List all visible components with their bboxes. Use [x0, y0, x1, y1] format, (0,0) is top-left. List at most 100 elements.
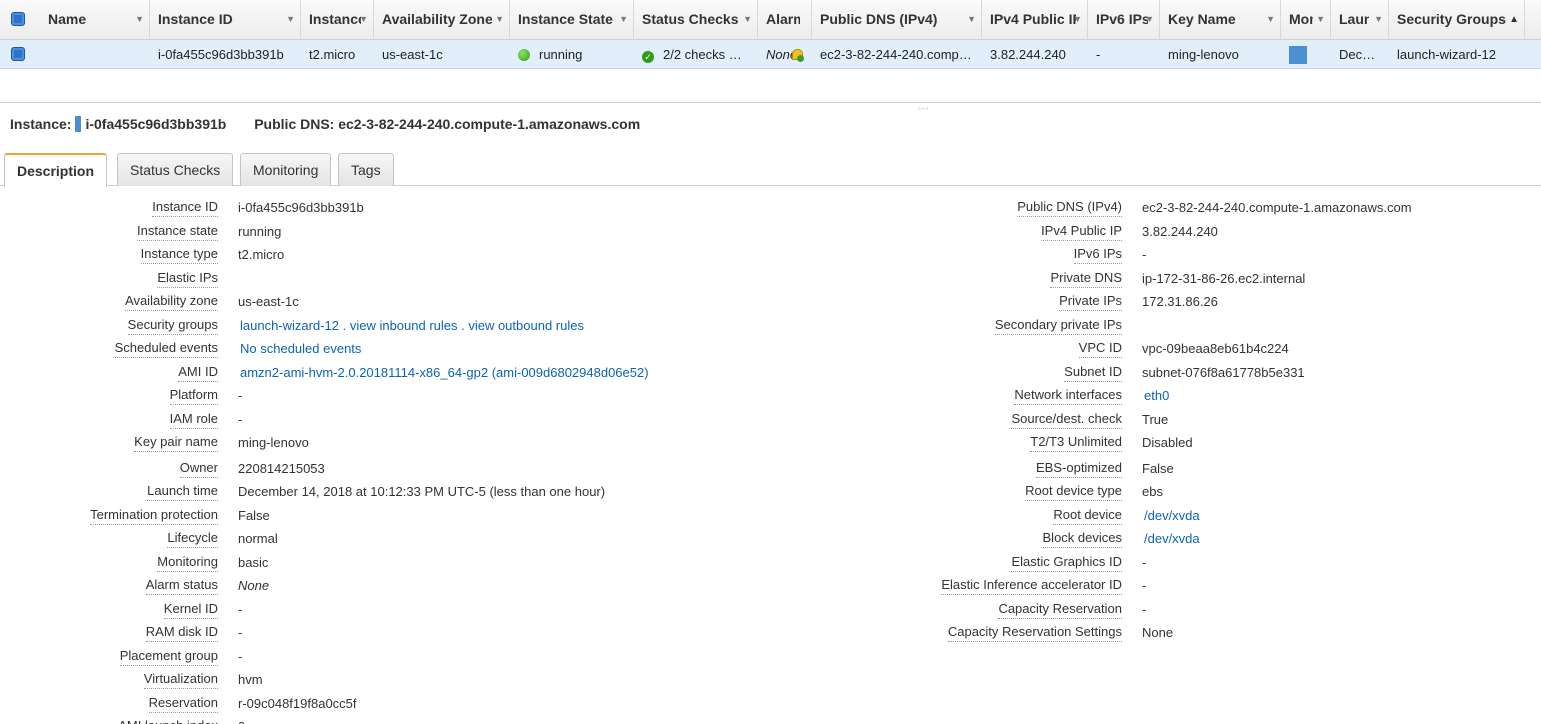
chevron-down-icon[interactable]: ▼ — [1145, 0, 1154, 39]
running-status-icon — [518, 49, 530, 61]
cell-instance-type: t2.micro — [309, 47, 356, 62]
column-header-monitoring[interactable]: Monitoring▼ — [1281, 0, 1331, 40]
row-checkbox[interactable] — [11, 47, 25, 61]
column-label: Security Groups — [1397, 11, 1506, 27]
column-header-security-groups[interactable]: Security Groups ▲ — [1389, 0, 1525, 40]
detail-field: Root device type ebs — [0, 480, 1541, 503]
detail-field: Subnet ID subnet-076f8a61778b5e331 — [0, 361, 1541, 384]
column-header-name[interactable]: Name ▼ — [40, 0, 150, 40]
detail-value-link[interactable]: eth0 — [1144, 384, 1169, 407]
chevron-down-icon[interactable]: ▼ — [967, 0, 976, 39]
column-header-key-name[interactable]: Key Name ▼ — [1160, 0, 1281, 40]
monitoring-graph-icon[interactable] — [1289, 45, 1307, 64]
detail-field: Elastic Graphics ID - — [0, 551, 1541, 574]
instances-table: Name ▼ Instance ID ▼ Instance Type▼ Availa… — [0, 0, 1541, 69]
cell-instance-id: i-0fa455c96d3bb391b — [158, 47, 284, 62]
table-empty-area — [0, 69, 1541, 103]
detail-field: Private DNS ip-172-31-86-26.ec2.internal — [0, 267, 1541, 290]
column-header-ipv4-public-ip[interactable]: IPv4 Public IP ▼ — [982, 0, 1088, 40]
public-dns-label: Public DNS: — [254, 116, 335, 132]
detail-value: - — [1142, 555, 1147, 570]
cell-monitoring — [1281, 40, 1331, 69]
tab-status-checks[interactable]: Status Checks — [117, 153, 234, 186]
chevron-down-icon[interactable]: ▼ — [1374, 0, 1383, 39]
detail-field: EBS-optimized False — [0, 457, 1541, 480]
detail-field: Reservation r-09c048f19f8a0cc5f — [0, 692, 1541, 715]
create-alarm-icon[interactable] — [791, 49, 805, 62]
cell-ipv4-public-ip: 3.82.244.240 — [990, 47, 1066, 62]
instance-state-text: running — [539, 47, 583, 62]
detail-value-link[interactable]: /dev/xvda — [1144, 527, 1200, 550]
select-all-checkbox[interactable] — [11, 12, 25, 26]
column-header-instance-state[interactable]: Instance State ▼ — [510, 0, 634, 40]
table-header: Name ▼ Instance ID ▼ Instance Type▼ Availa… — [0, 0, 1541, 40]
column-header-availability-zone[interactable]: Availability Zone ▼ — [374, 0, 510, 40]
column-label: Availability Zone — [382, 11, 492, 27]
detail-value: 3.82.244.240 — [1142, 224, 1218, 239]
chevron-down-icon[interactable]: ▼ — [286, 0, 295, 39]
detail-value-link[interactable]: /dev/xvda — [1144, 504, 1200, 527]
security-group-link[interactable]: launch-wizard-12 — [1389, 40, 1525, 69]
chevron-down-icon[interactable]: ▼ — [619, 0, 628, 39]
cell-name — [40, 40, 150, 69]
chevron-down-icon[interactable]: ▼ — [135, 0, 144, 39]
detail-label: Private IPs — [1059, 292, 1122, 311]
column-header-alarm-status[interactable]: Alarm Status — [758, 0, 812, 40]
column-header-public-dns[interactable]: Public DNS (IPv4) ▼ — [812, 0, 982, 40]
detail-field: Secondary private IPs — [0, 314, 1541, 337]
column-header-instance-type[interactable]: Instance Type▼ — [301, 0, 374, 40]
column-label: Instance State — [518, 11, 613, 27]
column-label: Instance ID — [158, 11, 233, 27]
detail-value: ec2-3-82-244-240.compute-1.amazonaws.com — [1142, 200, 1412, 215]
checkmark-icon: ✓ — [642, 51, 654, 63]
detail-field: VPC ID vpc-09beaa8eb61b4c224 — [0, 337, 1541, 360]
detail-label: Virtualization — [143, 670, 218, 689]
detail-field: AMI launch index 0 — [0, 715, 1541, 724]
column-header-launch-time[interactable]: Launch Time ▼ — [1331, 0, 1389, 40]
column-header-ipv6-ips[interactable]: IPv6 IPs ▼ — [1088, 0, 1160, 40]
column-label: Name — [48, 11, 87, 27]
detail-value: ebs — [1142, 484, 1163, 499]
chevron-down-icon[interactable]: ▼ — [495, 0, 504, 39]
detail-field: Block devices/dev/xvda — [0, 527, 1541, 550]
chevron-down-icon[interactable]: ▼ — [1073, 0, 1082, 39]
detail-value: vpc-09beaa8eb61b4c224 — [1142, 341, 1289, 356]
detail-label: IPv6 IPs — [1073, 245, 1122, 264]
chevron-down-icon[interactable]: ▼ — [1316, 0, 1325, 39]
tab-monitoring[interactable]: Monitoring — [240, 153, 332, 186]
detail-field: Public DNS (IPv4) ec2-3-82-244-240.comput… — [0, 196, 1541, 219]
tab-description[interactable]: Description — [4, 153, 108, 187]
sort-ascending-icon[interactable]: ▲ — [1509, 0, 1519, 39]
detail-value: - — [238, 649, 243, 664]
detail-value: None — [1142, 625, 1174, 640]
cell-key-name: ming-lenovo — [1168, 47, 1239, 62]
detail-value: subnet-076f8a61778b5e331 — [1142, 365, 1305, 380]
cell-status-checks: ✓ 2/2 checks … — [634, 40, 758, 69]
instance-label: Instance: — [10, 116, 72, 132]
cell-ipv6-ips: - — [1096, 47, 1101, 62]
chevron-down-icon[interactable]: ▼ — [743, 0, 752, 39]
resize-handle-icon[interactable]: ◦◦◦ — [918, 104, 930, 113]
chevron-down-icon[interactable]: ▼ — [359, 0, 368, 39]
detail-label: VPC ID — [1078, 339, 1122, 358]
column-label: Launch Time — [1339, 11, 1369, 27]
detail-value: - — [1142, 247, 1147, 262]
detail-label: Source/dest. check — [1011, 410, 1122, 429]
detail-value: Disabled — [1142, 435, 1193, 450]
detail-label: Root device — [1053, 506, 1122, 525]
detail-value: True — [1142, 412, 1169, 427]
selected-instance-bar: Instance: i-0fa455c96d3bb391b Public DNS:… — [10, 116, 640, 132]
cell-availability-zone: us-east-1c — [382, 47, 443, 62]
detail-field: Root device/dev/xvda — [0, 504, 1541, 527]
column-label: Status Checks — [642, 11, 739, 27]
column-header-instance-id[interactable]: Instance ID ▼ — [150, 0, 301, 40]
detail-tabs: Description Status Checks Monitoring Tag… — [0, 152, 1541, 187]
chevron-down-icon[interactable]: ▼ — [1266, 0, 1275, 39]
detail-value: False — [1142, 461, 1174, 476]
detail-value: - — [1142, 602, 1147, 617]
table-row[interactable]: i-0fa455c96d3bb391b t2.micro us-east-1c … — [0, 40, 1541, 69]
tab-tags[interactable]: Tags — [338, 153, 394, 186]
column-header-status-checks[interactable]: Status Checks ▼ — [634, 0, 758, 40]
detail-label: Elastic Inference accelerator ID — [941, 576, 1122, 595]
detail-label: AMI launch index — [118, 717, 218, 724]
